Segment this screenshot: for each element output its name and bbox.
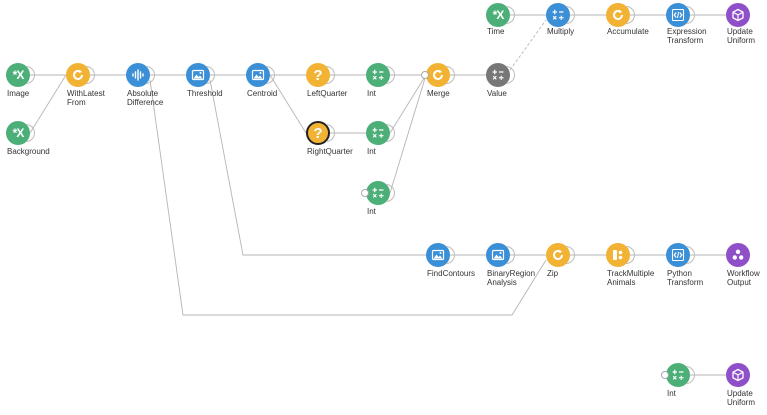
node-label: LeftQuarter bbox=[307, 89, 348, 98]
node-label: Threshold bbox=[187, 89, 223, 98]
node-merge[interactable] bbox=[421, 63, 455, 87]
node-trackmultiple[interactable] bbox=[606, 243, 635, 267]
node-label: Update Uniform bbox=[727, 27, 756, 45]
node-centroid[interactable] bbox=[246, 63, 275, 87]
node-int4[interactable] bbox=[661, 363, 695, 387]
workflow-canvas[interactable]: *X Image *X Background WithLatest From Absolu… bbox=[0, 0, 767, 415]
node-int3[interactable] bbox=[361, 181, 395, 205]
node-leftquarter[interactable]: ? bbox=[306, 63, 335, 87]
node-label: Background bbox=[7, 147, 50, 156]
node-label: Time bbox=[487, 27, 505, 36]
node-workflowoutput[interactable] bbox=[726, 243, 750, 267]
edge-background-to-withlatest bbox=[29, 74, 67, 134]
cube-icon bbox=[726, 363, 750, 387]
cube-icon bbox=[726, 3, 750, 27]
node-rightquarter[interactable]: ? bbox=[306, 121, 335, 145]
edge-value-to-multiply bbox=[509, 19, 547, 71]
node-label: Merge bbox=[427, 89, 450, 98]
node-binaryregion[interactable] bbox=[486, 243, 515, 267]
input-port[interactable] bbox=[421, 71, 429, 79]
node-label: Int bbox=[367, 89, 376, 98]
node-label: Multiply bbox=[547, 27, 575, 36]
node-label: Expression Transform bbox=[667, 27, 707, 45]
node-findcontours[interactable] bbox=[426, 243, 455, 267]
node-time[interactable]: *X bbox=[486, 3, 515, 27]
node-label: Centroid bbox=[247, 89, 278, 98]
node-label: FindContours bbox=[427, 269, 476, 278]
node-label: Int bbox=[367, 147, 376, 156]
node-absdiff[interactable] bbox=[126, 63, 155, 87]
edge-int2-to-merge bbox=[389, 74, 427, 134]
node-updateuniform2[interactable] bbox=[726, 363, 750, 387]
input-port[interactable] bbox=[661, 371, 669, 379]
edge-int3-to-merge bbox=[389, 74, 427, 194]
node-image[interactable]: *X bbox=[6, 63, 35, 87]
node-label: Int bbox=[667, 389, 676, 398]
edge-threshold-to-findcontours bbox=[209, 79, 426, 256]
node-label: RightQuarter bbox=[307, 147, 353, 156]
node-label: Absolute Difference bbox=[127, 89, 164, 107]
node-label: Zip bbox=[547, 269, 559, 278]
node-threshold[interactable] bbox=[186, 63, 215, 87]
node-label: Python Transform bbox=[667, 269, 704, 287]
node-accumulate[interactable] bbox=[606, 3, 635, 27]
node-label: Workflow Output bbox=[727, 269, 760, 287]
node-multiply[interactable] bbox=[546, 3, 575, 27]
node-label: TrackMultiple Animals bbox=[607, 269, 655, 287]
node-label: Update Uniform bbox=[727, 389, 756, 407]
node-label: Value bbox=[487, 89, 507, 98]
node-int1[interactable] bbox=[366, 63, 395, 87]
node-withlatest[interactable] bbox=[66, 63, 95, 87]
node-label: Int bbox=[367, 207, 376, 216]
edge-centroid-to-rightquarter bbox=[269, 74, 307, 134]
node-value[interactable] bbox=[486, 63, 515, 87]
node-label: WithLatest From bbox=[67, 89, 105, 107]
node-int2[interactable] bbox=[366, 121, 395, 145]
node-label: BinaryRegion Analysis bbox=[487, 269, 536, 287]
node-zip[interactable] bbox=[546, 243, 575, 267]
node-label: Accumulate bbox=[607, 27, 649, 36]
output-icon bbox=[726, 243, 750, 267]
node-background[interactable]: *X bbox=[6, 121, 35, 145]
node-label: Image bbox=[7, 89, 30, 98]
node-updateuniform1[interactable] bbox=[726, 3, 750, 27]
node-pythontransform[interactable] bbox=[666, 243, 695, 267]
node-exprtransform[interactable] bbox=[666, 3, 695, 27]
input-port[interactable] bbox=[361, 189, 369, 197]
